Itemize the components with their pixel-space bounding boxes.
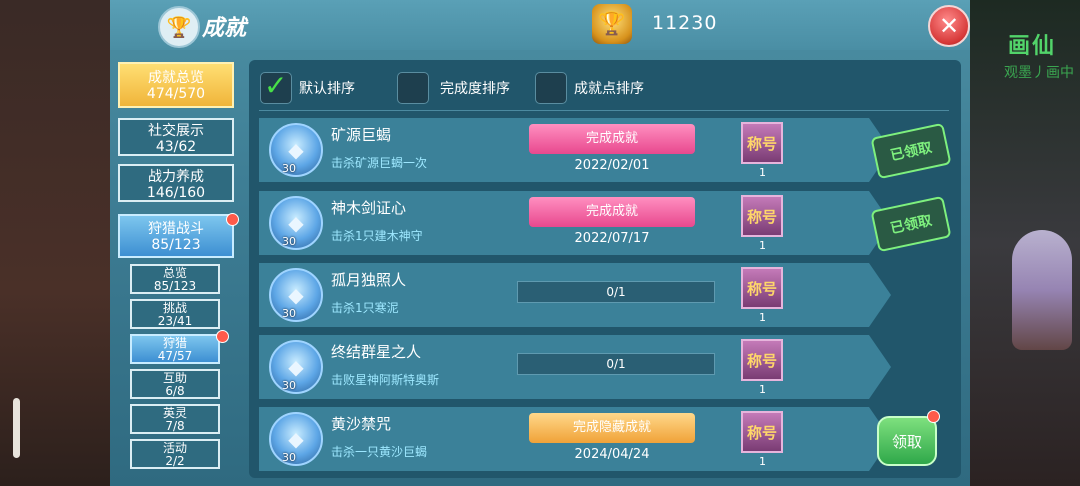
divider — [259, 110, 949, 111]
achievement-row: ◆ 30 孤月独照人 击杀1只寒泥 0/1 称号 1 — [259, 263, 891, 327]
achievement-desc: 击杀1只寒泥 — [331, 301, 399, 315]
category-overview[interactable]: 成就总览 474/570 — [118, 62, 234, 108]
achievement-desc: 击杀矿源巨蝎一次 — [331, 156, 428, 170]
category-power[interactable]: 战力养成 146/160 — [118, 164, 234, 202]
reward-count: 1 — [759, 166, 766, 179]
reward-count: 1 — [759, 239, 766, 252]
checkmark-icon: ✓ — [264, 69, 288, 102]
sort-points-checkbox[interactable] — [535, 72, 567, 104]
completion-date: 2022/02/01 — [574, 158, 650, 173]
title-reward-icon[interactable]: 称号 — [741, 339, 783, 381]
title-reward-icon[interactable]: 称号 — [741, 267, 783, 309]
trophy-icon: 🏆 — [158, 6, 200, 48]
sort-points-label: 成就点排序 — [574, 81, 644, 97]
achievement-name: 黄沙禁咒 — [331, 415, 392, 433]
close-button[interactable]: ✕ — [928, 5, 970, 47]
subcategory-event[interactable]: 活动 2/2 — [130, 439, 220, 469]
reward-count: 1 — [759, 311, 766, 324]
completion-date: 2022/07/17 — [574, 231, 650, 246]
achievement-gem-icon: ◆ — [269, 412, 323, 466]
progress-bar: 0/1 — [517, 353, 715, 375]
player-subtitle: 观墨丿画中 — [1004, 65, 1074, 81]
achievement-name: 终结群星之人 — [331, 343, 422, 361]
title-reward-icon[interactable]: 称号 — [741, 411, 783, 453]
achievement-points: 30 — [282, 451, 296, 464]
achievement-gem-icon: ◆ — [269, 340, 323, 394]
category-hunting[interactable]: 狩猎战斗 85/123 — [118, 214, 234, 258]
achievement-points: 30 — [282, 379, 296, 392]
title-reward-icon[interactable]: 称号 — [741, 195, 783, 237]
drag-handle[interactable] — [13, 398, 20, 458]
reward-count: 1 — [759, 455, 766, 468]
achievement-row: ◆ 30 终结群星之人 击败星神阿斯特奥斯 0/1 称号 1 — [259, 335, 891, 399]
completed-ribbon: 完成成就 — [529, 197, 695, 227]
achievement-row: ◆ 30 黄沙禁咒 击杀一只黄沙巨蝎 完成隐藏成就 2024/04/24 称号 … — [259, 407, 891, 471]
subcategory-overview[interactable]: 总览 85/123 — [130, 264, 220, 294]
subcategory-challenge[interactable]: 挑战 23/41 — [130, 299, 220, 329]
achievement-desc: 击杀1只建木神守 — [331, 229, 423, 243]
page-title: 成就 — [202, 16, 247, 41]
sort-completion-checkbox[interactable] — [397, 72, 429, 104]
subcategory-spirit[interactable]: 英灵 7/8 — [130, 404, 220, 434]
achievement-points: 30 — [282, 235, 296, 248]
header: 🏆 成就 🏆 11230 ✕ — [110, 0, 970, 50]
title-reward-icon[interactable]: 称号 — [741, 122, 783, 164]
notification-dot — [216, 330, 229, 343]
achievement-gem-icon: ◆ — [269, 268, 323, 322]
notification-dot — [927, 410, 940, 423]
notification-dot — [226, 213, 239, 226]
player-name: 画仙 — [1007, 34, 1056, 59]
achievement-desc: 击杀一只黄沙巨蝎 — [331, 445, 428, 459]
achievement-row: ◆ 30 神木剑证心 击杀1只建木神守 完成成就 2022/07/17 称号 1 — [259, 191, 891, 255]
achievement-list: ✓ 默认排序 完成度排序 成就点排序 ◆ 30 矿源巨蝎 击杀矿源巨蝎一次 完成… — [249, 60, 961, 478]
subcategory-hunt[interactable]: 狩猎 47/57 — [130, 334, 220, 364]
trophy-points-icon: 🏆 — [592, 4, 632, 44]
achievement-gem-icon: ◆ — [269, 123, 323, 177]
category-social[interactable]: 社交展示 43/62 — [118, 118, 234, 156]
hidden-completed-ribbon: 完成隐藏成就 — [529, 413, 695, 443]
achievement-points: 11230 — [652, 12, 718, 34]
achievement-name: 神木剑证心 — [331, 199, 407, 217]
sort-completion-label: 完成度排序 — [440, 81, 510, 97]
achievement-points: 30 — [282, 162, 296, 175]
achievement-name: 矿源巨蝎 — [331, 126, 392, 144]
achievement-panel: 🏆 成就 🏆 11230 ✕ 成就总览 474/570 社交展示 43/62 战… — [110, 0, 970, 486]
completed-ribbon: 完成成就 — [529, 124, 695, 154]
achievement-gem-icon: ◆ — [269, 196, 323, 250]
achievement-name: 孤月独照人 — [331, 271, 407, 289]
achievement-points: 30 — [282, 307, 296, 320]
achievement-desc: 击败星神阿斯特奥斯 — [331, 373, 440, 387]
player-character — [1012, 230, 1072, 350]
sort-default-checkbox[interactable]: ✓ — [260, 69, 292, 104]
sort-default-label: 默认排序 — [299, 81, 355, 97]
claim-button[interactable]: 领取 — [877, 416, 937, 466]
reward-count: 1 — [759, 383, 766, 396]
close-icon: ✕ — [938, 12, 960, 40]
achievement-row: ◆ 30 矿源巨蝎 击杀矿源巨蝎一次 完成成就 2022/02/01 称号 1 — [259, 118, 891, 182]
progress-bar: 0/1 — [517, 281, 715, 303]
subcategory-assist[interactable]: 互助 6/8 — [130, 369, 220, 399]
completion-date: 2024/04/24 — [574, 447, 650, 462]
